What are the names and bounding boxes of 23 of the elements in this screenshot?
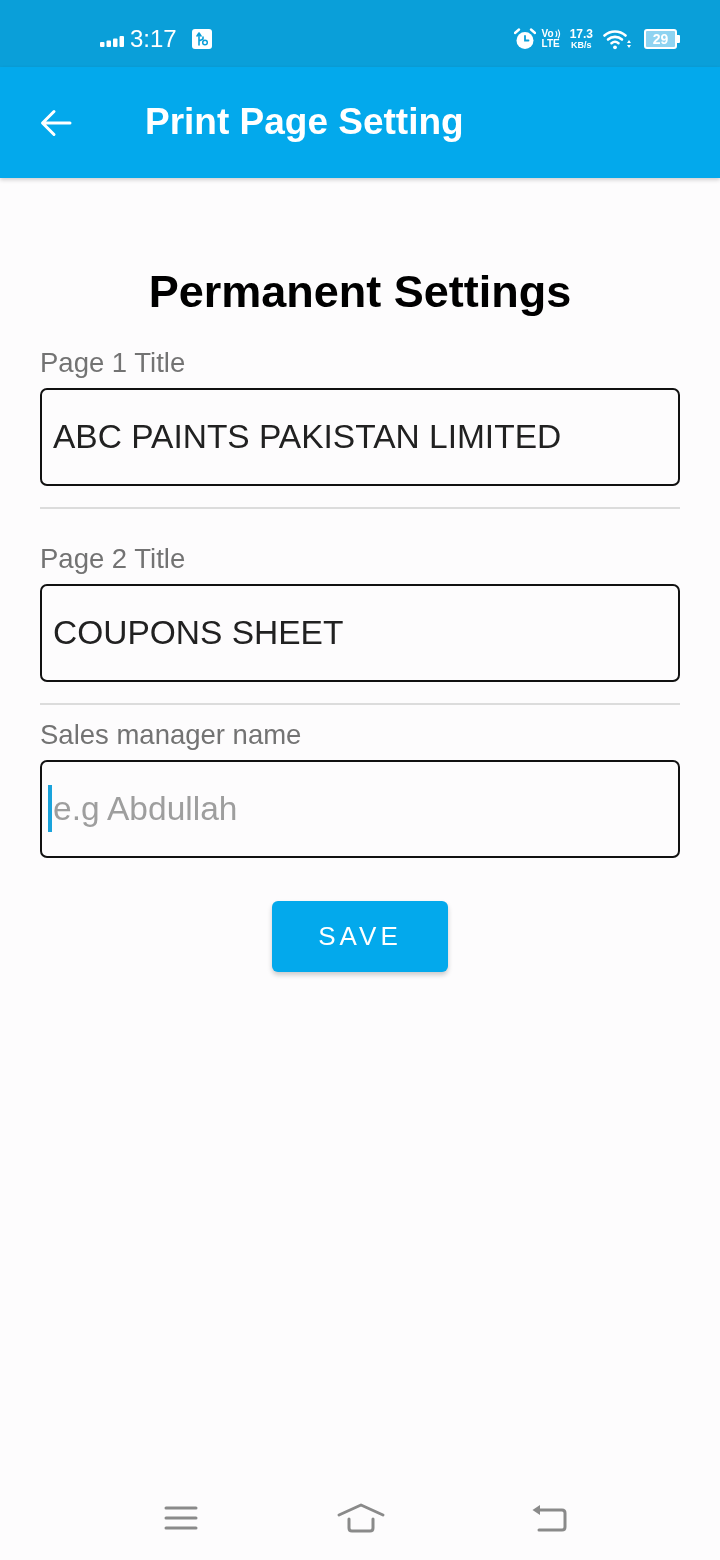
field-label: Page 2 Title (40, 543, 187, 575)
signal-wave-icon (554, 29, 561, 39)
status-time: 3:17 (130, 27, 177, 51)
back-icon[interactable] (532, 1504, 567, 1532)
text-field[interactable]: COUPONS SHEET (40, 584, 680, 682)
wifi-icon (603, 28, 631, 50)
section-heading: Permanent Settings (147, 267, 573, 317)
network-speed-unit: KB/s (571, 41, 592, 50)
app-bar-title: Print Page Setting (145, 100, 464, 145)
battery-percentage: 29 (652, 32, 669, 46)
signal-icon (100, 35, 125, 47)
usb-icon (191, 29, 212, 49)
alarm-clock-icon (513, 28, 536, 50)
back-arrow-icon[interactable] (40, 108, 72, 137)
network-type-text: Vo (541, 29, 554, 39)
network-speed: 17.3 (569, 28, 593, 40)
field-label: Page 1 Title (40, 347, 187, 379)
field-label: Sales manager name (40, 719, 303, 751)
network-type-text: LTE (541, 39, 560, 49)
menu-icon[interactable] (164, 1505, 198, 1531)
text-field[interactable]: e.g Abdullah (40, 760, 680, 858)
text-field[interactable]: ABC PAINTS PAKISTAN LIMITED (40, 388, 680, 486)
home-icon[interactable] (337, 1503, 385, 1533)
